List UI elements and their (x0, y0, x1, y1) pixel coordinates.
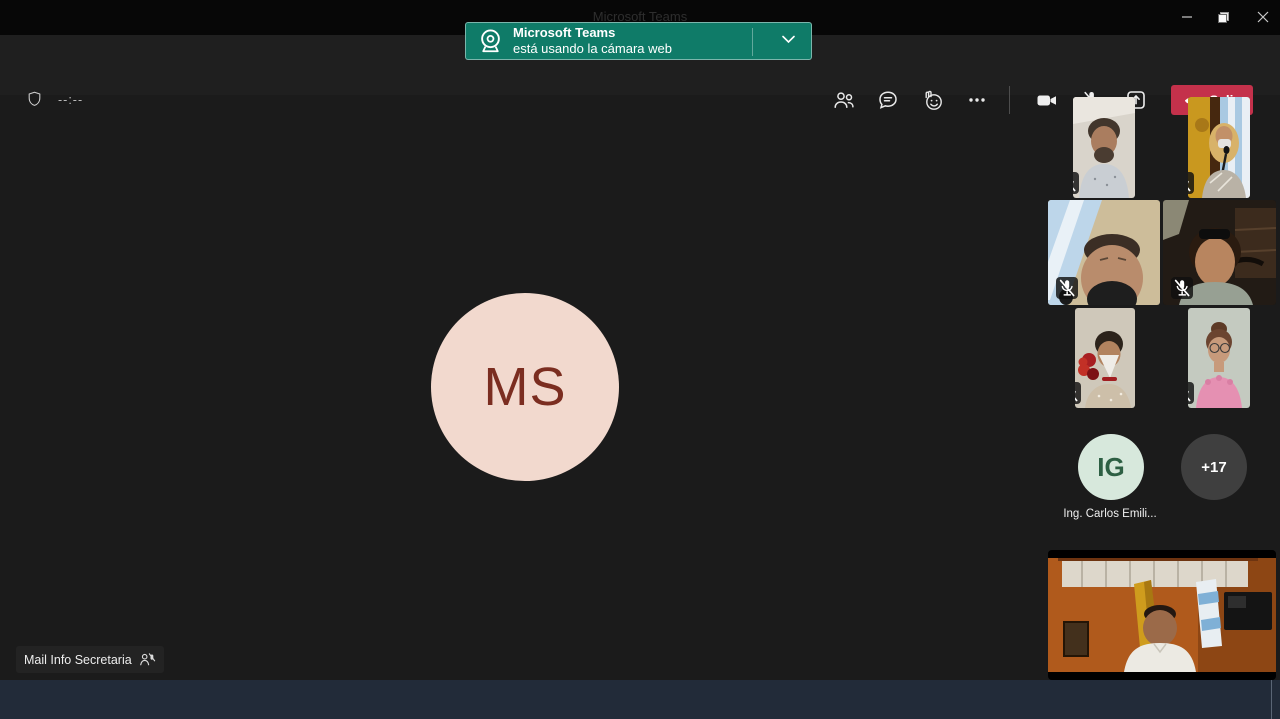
restore-button[interactable] (1206, 0, 1240, 34)
participant-video (1188, 97, 1250, 198)
banner-divider (752, 28, 753, 56)
mic-off-icon (1075, 382, 1081, 404)
overflow-participants-badge[interactable]: +17 (1181, 434, 1247, 500)
participant-initials: IG (1097, 452, 1124, 483)
chevron-down-icon (782, 35, 795, 44)
muted-badge (1073, 172, 1079, 194)
banner-expand-button[interactable] (782, 35, 795, 44)
participant-name-label: Ing. Carlos Emili... (1040, 508, 1180, 520)
main-speaker-name: Mail Info Secretaria (24, 653, 132, 667)
security-shield-icon (26, 89, 43, 109)
mic-off-icon (1056, 277, 1078, 299)
minimize-icon (1181, 11, 1193, 23)
more-options-button[interactable] (959, 82, 995, 118)
banner-message: está usando la cámara web (513, 41, 672, 57)
main-speaker-avatar: MS (431, 293, 619, 481)
participants-button[interactable] (826, 82, 862, 118)
participant-avatar[interactable]: IG (1078, 434, 1144, 500)
mic-off-icon (1171, 277, 1193, 299)
muted-badge (1171, 277, 1193, 299)
muted-badge (1188, 382, 1194, 404)
windows-taskbar (0, 680, 1280, 719)
mic-off-icon (1073, 172, 1079, 194)
participant-video (1075, 308, 1135, 408)
overflow-count: +17 (1201, 459, 1226, 476)
mic-disabled-person-icon (139, 652, 156, 667)
banner-app-name: Microsoft Teams (513, 25, 672, 41)
main-speaker-name-pill: Mail Info Secretaria (16, 646, 164, 673)
toolbar-divider (1009, 86, 1010, 114)
participant-tile[interactable] (1188, 308, 1250, 408)
participant-video (1188, 308, 1250, 408)
mic-off-icon (1188, 172, 1194, 194)
participant-tile[interactable] (1048, 200, 1160, 305)
participant-tile[interactable] (1188, 97, 1250, 198)
participant-tile[interactable] (1163, 200, 1276, 305)
mic-off-icon (1188, 382, 1194, 404)
participant-video (1073, 97, 1135, 198)
teams-meeting-window: Microsoft Teams Microsoft Teams está usa… (0, 0, 1280, 719)
spotlight-video (1048, 550, 1276, 680)
participants-icon (832, 88, 856, 112)
show-desktop-button[interactable] (1271, 680, 1272, 719)
muted-badge (1056, 277, 1078, 299)
restore-icon (1217, 11, 1230, 24)
close-icon (1257, 11, 1269, 23)
main-speaker-initials: MS (484, 356, 567, 418)
participant-tile[interactable] (1075, 308, 1135, 408)
webcam-icon (477, 28, 504, 55)
camera-toggle-button[interactable] (1028, 82, 1064, 118)
minimize-button[interactable] (1170, 0, 1204, 34)
camera-usage-banner[interactable]: Microsoft Teams está usando la cámara we… (465, 22, 812, 60)
muted-badge (1188, 172, 1194, 194)
camera-on-icon (1034, 88, 1059, 113)
chat-button[interactable] (870, 82, 906, 118)
spotlight-participant-tile[interactable] (1048, 550, 1276, 680)
chat-icon (876, 88, 900, 112)
more-options-icon (965, 88, 989, 112)
banner-text: Microsoft Teams está usando la cámara we… (513, 25, 672, 57)
close-button[interactable] (1246, 0, 1280, 34)
meeting-timer: --:-- (58, 93, 83, 107)
raise-hand-reactions-icon (920, 88, 945, 113)
muted-badge (1075, 382, 1081, 404)
reactions-button[interactable] (914, 82, 950, 118)
participant-tile[interactable] (1073, 97, 1135, 198)
